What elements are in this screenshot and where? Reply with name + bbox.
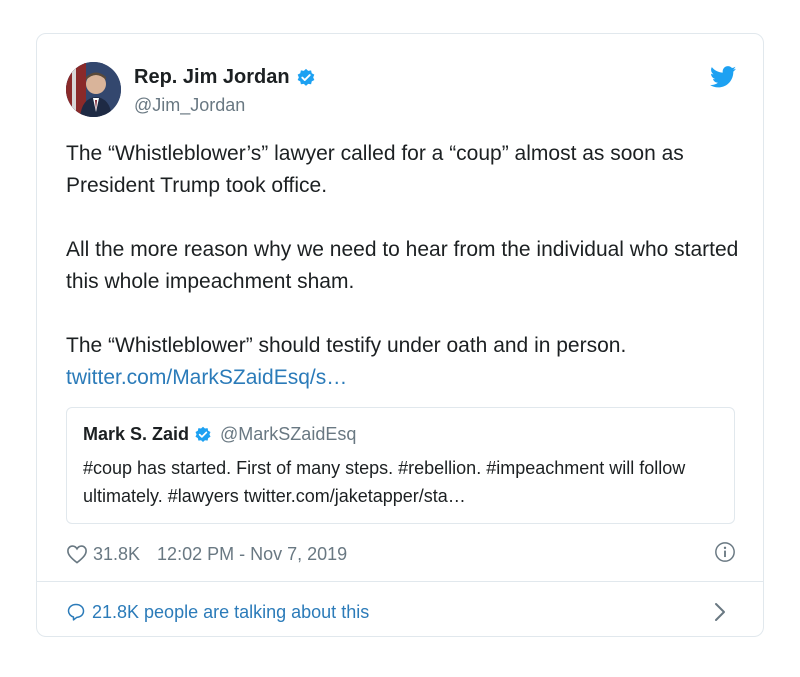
avatar[interactable] (66, 62, 121, 117)
twitter-bird-icon[interactable] (710, 66, 736, 88)
quoted-header: Mark S. Zaid @MarkSZaidEsq (83, 424, 356, 445)
conversation-link[interactable]: 21.8K people are talking about this (66, 598, 736, 626)
divider (37, 581, 763, 582)
tweet-paragraph-2: All the more reason why we need to hear … (66, 238, 739, 293)
chevron-right-icon[interactable] (714, 602, 726, 622)
tweet-paragraph-1: The “Whistleblower’s” lawyer called for … (66, 142, 684, 197)
speech-bubble-icon (67, 603, 85, 621)
verified-badge-icon (195, 426, 211, 442)
tweet-card: Rep. Jim Jordan @Jim_Jordan The “Whistle… (36, 33, 764, 637)
verified-badge-icon (297, 68, 314, 86)
quoted-author-handle: @MarkSZaidEsq (220, 424, 357, 444)
info-icon[interactable] (714, 541, 736, 563)
tweet-meta: 31.8K 12:02 PM - Nov 7, 2019 (66, 541, 736, 567)
like-count[interactable]: 31.8K (93, 544, 140, 565)
talking-count[interactable]: 21.8K people are talking about this (92, 602, 369, 623)
tweet-timestamp[interactable]: 12:02 PM - Nov 7, 2019 (157, 544, 347, 565)
author-name[interactable]: Rep. Jim Jordan (134, 66, 290, 89)
quoted-author-name: Mark S. Zaid (83, 424, 190, 444)
author-handle[interactable]: @Jim_Jordan (134, 95, 245, 116)
heart-icon[interactable] (66, 544, 88, 564)
tweet-link[interactable]: twitter.com/MarkSZaidEsq/s… (66, 362, 746, 394)
tweet-paragraph-3: The “Whistleblower” should testify under… (66, 334, 627, 357)
author-line: Rep. Jim Jordan (134, 66, 316, 89)
quoted-tweet[interactable]: Mark S. Zaid @MarkSZaidEsq #coup has sta… (66, 407, 735, 524)
tweet-text: The “Whistleblower’s” lawyer called for … (66, 138, 746, 394)
quoted-text: #coup has started. First of many steps. … (83, 458, 686, 506)
tweet-header: Rep. Jim Jordan @Jim_Jordan (66, 62, 736, 118)
